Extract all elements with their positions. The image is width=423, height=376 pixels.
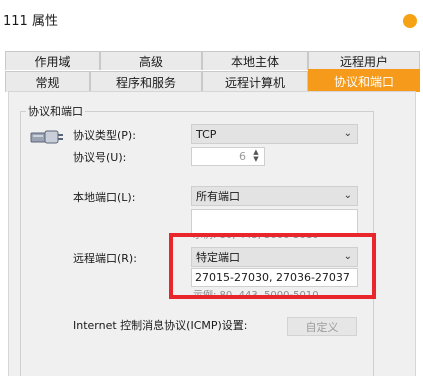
- tab-scope[interactable]: 作用域: [5, 51, 100, 70]
- spinner-arrows-icon[interactable]: ▲ ▼: [251, 149, 261, 164]
- highlight-box: [169, 233, 376, 299]
- window-title: 111 属性: [3, 14, 58, 29]
- local-port-input[interactable]: [191, 209, 358, 234]
- tab-general[interactable]: 常规: [5, 71, 90, 92]
- tab-protocols-ports[interactable]: 协议和端口: [308, 69, 420, 92]
- customize-button[interactable]: 自定义: [287, 317, 357, 336]
- tab-local-principals[interactable]: 本地主体: [202, 51, 308, 70]
- local-port-label: 本地端口(L):: [73, 191, 136, 204]
- network-plug-icon: [30, 130, 63, 144]
- window-indicator-dot: [403, 14, 417, 28]
- chevron-down-icon: ⌄: [343, 128, 352, 139]
- tab-remote-computers[interactable]: 远程计算机: [202, 71, 308, 92]
- local-port-select[interactable]: 所有端口 ⌄: [191, 186, 358, 206]
- tab-advanced[interactable]: 高级: [100, 51, 202, 70]
- group-title: 协议和端口: [26, 103, 85, 119]
- protocol-type-select[interactable]: TCP ⌄: [191, 124, 358, 144]
- chevron-down-icon: ⌄: [343, 190, 352, 201]
- title-bar: 111 属性: [0, 0, 423, 40]
- protocol-type-label: 协议类型(P):: [73, 129, 136, 142]
- protocol-number-value: 6: [239, 150, 246, 163]
- protocol-type-value: TCP: [196, 127, 217, 141]
- tab-remote-users[interactable]: 远程用户: [308, 51, 420, 70]
- protocol-number-label: 协议号(U):: [73, 151, 127, 164]
- icmp-label: Internet 控制消息协议(ICMP)设置:: [73, 319, 248, 332]
- local-port-value: 所有端口: [196, 190, 240, 203]
- tab-programs-services[interactable]: 程序和服务: [90, 71, 202, 92]
- protocol-number-spinner[interactable]: 6 ▲ ▼: [191, 147, 265, 166]
- remote-port-label: 远程端口(R):: [73, 252, 137, 265]
